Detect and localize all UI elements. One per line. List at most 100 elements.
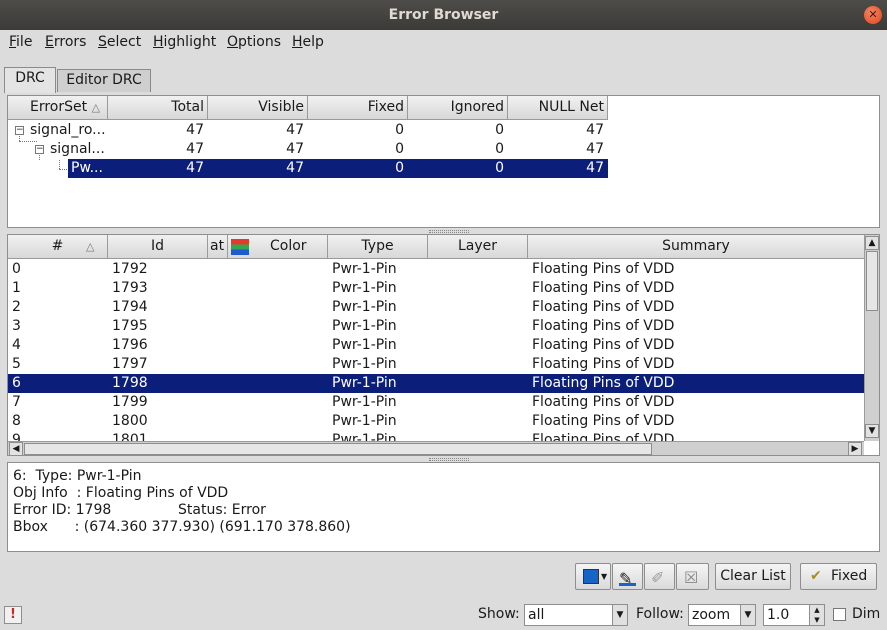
error-cell-id: 1797 [112,356,148,372]
error-cell-layer [428,260,528,279]
menu-errors[interactable]: Errors [45,34,86,50]
error-row-selected[interactable]: 6 1798 Pwr-1-Pin Floating Pins of VDD [8,374,864,393]
error-cell-type: Pwr-1-Pin [332,280,397,296]
error-cell-type: Pwr-1-Pin [332,299,397,315]
chevron-down-icon: ▼ [612,605,627,625]
errorset-visible: 47 [286,160,304,176]
window-title: Error Browser [388,7,499,23]
error-cell-id: 1796 [112,337,148,353]
error-cell-num: 3 [12,318,21,334]
show-select[interactable]: all ▼ [524,604,628,626]
title-bar: Error Browser ✕ [0,0,887,30]
menu-highlight[interactable]: Highlight [153,34,216,50]
scroll-up-icon[interactable]: ▲ [865,236,879,250]
info-error-id: Error ID: 1798 Status: Error [13,502,266,518]
errorset-null-net: 47 [586,122,604,138]
error-row[interactable]: 3 1795 Pwr-1-Pin Floating Pins of VDD [8,317,864,336]
error-cell-type: Pwr-1-Pin [332,337,397,353]
error-row[interactable]: 2 1794 Pwr-1-Pin Floating Pins of VDD [8,298,864,317]
errorset-ignored: 0 [495,160,504,176]
error-cell-layer [428,336,528,355]
horizontal-scrollbar[interactable]: ◀ ▶ [8,441,864,455]
errorset-row[interactable]: − signal... 47 47 0 0 47 [8,140,608,159]
error-row[interactable]: 1 1793 Pwr-1-Pin Floating Pins of VDD [8,279,864,298]
error-cell-type: Pwr-1-Pin [332,318,397,334]
errorset-row[interactable]: − signal_ro... 47 47 0 0 47 [8,121,608,140]
follow-select[interactable]: zoom ▼ [688,604,756,626]
scroll-down-icon[interactable]: ▼ [865,424,879,438]
errorset-total: 47 [186,122,204,138]
col-total[interactable]: Total [108,96,208,120]
error-cell-summary: Floating Pins of VDD [532,356,675,372]
error-row[interactable]: 8 1800 Pwr-1-Pin Floating Pins of VDD [8,412,864,431]
errorset-total: 47 [186,160,204,176]
collapse-icon[interactable]: − [35,145,44,154]
errorset-ignored: 0 [495,141,504,157]
menu-select[interactable]: Select [98,34,141,50]
close-icon[interactable]: ✕ [864,6,882,24]
chevron-down-icon: ▼ [740,605,755,625]
col-color[interactable]: Color [228,235,328,259]
spinner-icon[interactable]: ▲ ▼ [809,605,824,625]
errorset-fixed: 0 [395,160,404,176]
col-visible[interactable]: Visible [208,96,308,120]
clear-list-button[interactable]: Clear List [715,563,791,590]
error-cell-type: Pwr-1-Pin [332,413,397,429]
error-cell-summary: Floating Pins of VDD [532,337,675,353]
errorset-null-net: 47 [586,160,604,176]
color-picker-button[interactable]: ▼ [575,563,611,590]
error-cell-type: Pwr-1-Pin [332,261,397,277]
vertical-scrollbar[interactable]: ▲ ▼ [864,235,879,441]
errorset-row-selected[interactable]: Pw... 47 47 0 0 47 [68,159,608,178]
collapse-icon[interactable]: − [15,126,24,135]
error-status-icon[interactable]: ! [4,606,22,624]
error-row[interactable]: 0 1792 Pwr-1-Pin Floating Pins of VDD [8,260,864,279]
col-fixed[interactable]: Fixed [308,96,408,120]
dim-checkbox[interactable] [833,608,846,621]
col-type[interactable]: Type [328,235,428,259]
color-legend-icon [231,239,249,255]
col-errorset[interactable]: ErrorSet △ [8,96,108,120]
col-id[interactable]: Id [108,235,208,259]
error-cell-num: 2 [12,299,21,315]
scroll-left-icon[interactable]: ◀ [9,442,23,455]
fixed-button[interactable]: ✔ Fixed [800,563,877,590]
error-cell-layer [428,412,528,431]
col-null-net[interactable]: NULL Net [508,96,608,120]
unhighlight-button[interactable]: ✐ [644,563,675,590]
col-summary[interactable]: Summary [528,235,865,259]
error-cell-summary: Floating Pins of VDD [532,261,675,277]
tab-editor-drc[interactable]: Editor DRC [57,69,151,92]
error-cell-summary: Floating Pins of VDD [532,375,675,391]
col-layer[interactable]: Layer [428,235,528,259]
error-cell-summary: Floating Pins of VDD [532,280,675,296]
error-cell-num: 4 [12,337,21,353]
show-label: Show: [478,606,520,622]
error-cell-id: 1792 [112,261,148,277]
zoom-spinbox[interactable]: 1.0 ▲ ▼ [763,604,825,626]
scroll-thumb[interactable] [24,443,652,455]
tab-drc[interactable]: DRC [4,67,56,93]
highlight-button[interactable]: ✎ [612,563,643,590]
color-swatch-icon [583,569,599,584]
chevron-down-icon: ▼ [601,572,608,581]
clear-highlight-button[interactable]: ☒ [676,563,709,590]
error-cell-num: 5 [12,356,21,372]
errorset-visible: 47 [286,122,304,138]
errorset-table: ErrorSet △ Total Visible Fixed Ignored N… [7,95,880,228]
follow-label: Follow: [636,606,684,622]
menu-help[interactable]: Help [292,34,324,50]
menu-bar: File Errors Select Highlight Options Hel… [0,30,887,56]
error-row[interactable]: 7 1799 Pwr-1-Pin Floating Pins of VDD [8,393,864,412]
error-row[interactable]: 5 1797 Pwr-1-Pin Floating Pins of VDD [8,355,864,374]
scroll-right-icon[interactable]: ▶ [848,442,862,455]
menu-options[interactable]: Options [227,34,281,50]
col-number[interactable]: # △ [8,235,108,259]
col-at[interactable]: at [208,235,228,259]
error-row[interactable]: 4 1796 Pwr-1-Pin Floating Pins of VDD [8,336,864,355]
error-cell-summary: Floating Pins of VDD [532,413,675,429]
error-list-table: # △ Id at Color Type Layer Summary 0 1792 P… [7,234,880,456]
col-ignored[interactable]: Ignored [408,96,508,120]
scroll-thumb[interactable] [866,251,878,311]
menu-file[interactable]: File [9,34,32,50]
